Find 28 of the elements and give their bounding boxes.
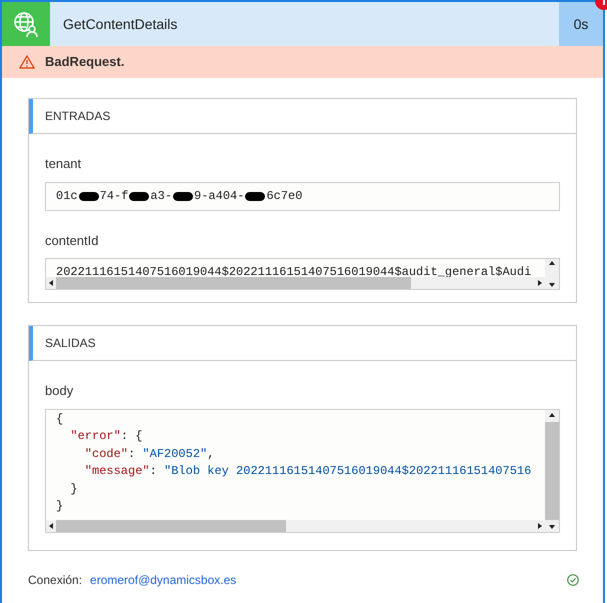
vertical-scrollbar[interactable]: [545, 259, 559, 289]
up-arrow-icon[interactable]: [549, 261, 555, 265]
horizontal-scrollbar[interactable]: [46, 520, 545, 532]
down-arrow-icon[interactable]: [549, 283, 555, 287]
section-header[interactable]: SALIDAS: [29, 326, 576, 361]
duration-label: 0s: [559, 2, 603, 46]
input-field[interactable]: 01c 74-f a3- 9-a404- 6c7e0: [45, 182, 560, 210]
redaction-mark: [245, 192, 266, 200]
left-arrow-icon[interactable]: [49, 522, 53, 528]
vertical-scrollbar[interactable]: [545, 410, 559, 532]
redaction-mark: [78, 192, 99, 200]
field-label: body: [45, 382, 74, 400]
horizontal-scrollbar[interactable]: [46, 277, 545, 289]
redaction-mark: [129, 192, 150, 200]
warning-icon: [19, 55, 35, 69]
section-header[interactable]: ENTRADAS: [29, 99, 576, 134]
action-title: GetContentDetails: [62, 14, 178, 34]
right-arrow-icon[interactable]: [538, 522, 542, 528]
account-link[interactable]: eromerof@dynamicsbox.es: [90, 570, 236, 588]
right-arrow-icon[interactable]: [538, 280, 542, 286]
connection-label: Conexión:: [28, 572, 82, 588]
down-arrow-icon[interactable]: [549, 524, 555, 528]
field-label: tenant: [45, 155, 82, 173]
redaction-mark: [173, 192, 194, 200]
up-arrow-icon[interactable]: [549, 412, 555, 416]
field-label: contentId: [45, 232, 100, 250]
error-message: BadRequest.: [45, 53, 124, 72]
left-arrow-icon[interactable]: [49, 280, 53, 286]
